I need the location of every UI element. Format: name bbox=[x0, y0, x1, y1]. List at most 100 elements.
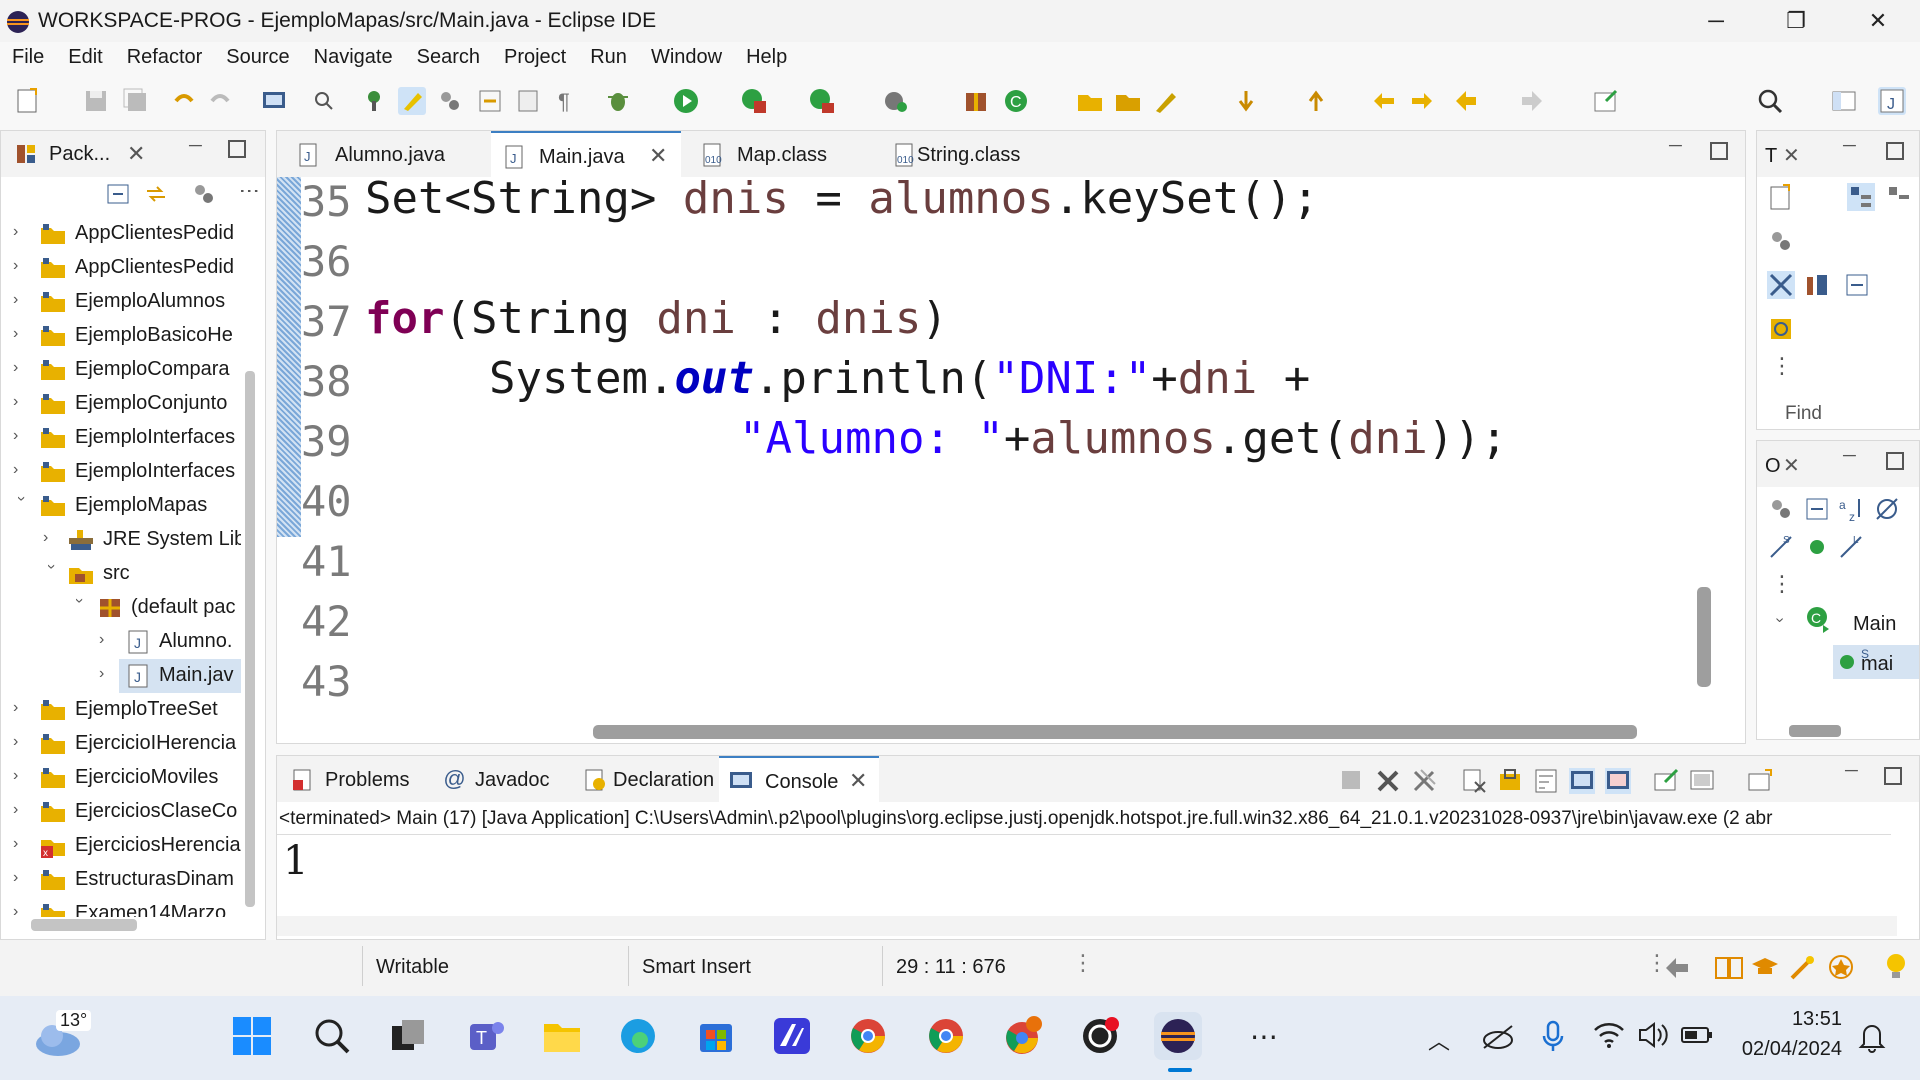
start-windows-icon[interactable] bbox=[228, 1012, 276, 1060]
pin-editor-icon[interactable] bbox=[1592, 87, 1620, 115]
chrome-icon[interactable] bbox=[844, 1012, 892, 1060]
teams-icon[interactable]: T bbox=[462, 1012, 510, 1060]
graduation-cap-icon[interactable] bbox=[1750, 954, 1780, 980]
undo-icon[interactable] bbox=[170, 87, 198, 115]
tree-item-selected[interactable]: › J Main.jav bbox=[1, 659, 241, 693]
tab-main-java[interactable]: J Main.java ✕ bbox=[491, 131, 681, 177]
menu-refactor[interactable]: Refactor bbox=[115, 42, 215, 74]
open-perspective-icon[interactable] bbox=[1830, 87, 1858, 115]
collapse-all-icon[interactable] bbox=[105, 181, 131, 207]
filters-icon[interactable] bbox=[191, 181, 217, 207]
remove-all-terminated-icon[interactable] bbox=[1411, 768, 1437, 794]
battery-icon[interactable] bbox=[1680, 1020, 1716, 1050]
next-annotation-icon[interactable] bbox=[476, 87, 504, 115]
hide-local-types-icon[interactable]: L bbox=[1837, 533, 1865, 561]
chrome-profile-icon[interactable] bbox=[922, 1012, 970, 1060]
new-class-icon[interactable]: C bbox=[1002, 87, 1030, 115]
microsoft-store-icon[interactable] bbox=[692, 1012, 740, 1060]
close-tab-icon[interactable]: ✕ bbox=[1783, 143, 1800, 168]
close-tab-icon[interactable]: ✕ bbox=[649, 143, 667, 169]
scroll-lock-icon[interactable] bbox=[1497, 768, 1523, 794]
back-arrow-icon[interactable] bbox=[1452, 87, 1480, 115]
console-horizontal-scrollbar[interactable] bbox=[277, 916, 1897, 936]
outline-horizontal-scrollbar[interactable] bbox=[1789, 725, 1841, 737]
clock-date[interactable]: 02/04/2024 bbox=[1722, 1038, 1842, 1061]
word-wrap-icon[interactable] bbox=[1533, 768, 1559, 794]
eclipse-taskbar-icon[interactable] bbox=[1154, 1012, 1202, 1060]
collapse-all-icon[interactable] bbox=[1803, 495, 1831, 523]
remove-launch-icon[interactable] bbox=[1375, 768, 1401, 794]
hide-completed-icon[interactable] bbox=[1767, 271, 1795, 299]
mark-occurrences-icon[interactable] bbox=[436, 87, 464, 115]
maximize-view-icon[interactable] bbox=[1885, 451, 1905, 471]
volume-icon[interactable] bbox=[1636, 1018, 1670, 1052]
debug-icon[interactable] bbox=[604, 87, 632, 115]
outline-tab[interactable]: O bbox=[1765, 455, 1781, 478]
find-input[interactable]: Find bbox=[1781, 399, 1911, 427]
tree-item-open[interactable]: › src bbox=[1, 557, 241, 591]
menu-window[interactable]: Window bbox=[639, 42, 734, 74]
minimize-view-icon[interactable]: ─ bbox=[1845, 760, 1858, 781]
tree-item[interactable]: › Examen14Marzo bbox=[1, 897, 241, 917]
star-icon[interactable] bbox=[1826, 954, 1856, 980]
view-menu-icon[interactable]: ⋮ bbox=[1771, 353, 1793, 379]
maximize-view-icon[interactable] bbox=[1885, 141, 1905, 161]
onedrive-icon[interactable] bbox=[1480, 1018, 1516, 1054]
view-menu-icon[interactable]: ⋮ bbox=[237, 181, 261, 201]
tree-item-error[interactable]: › x EjerciciosHerencia bbox=[1, 829, 241, 863]
editor-horizontal-scrollbar[interactable] bbox=[593, 725, 1637, 739]
console-output[interactable]: 1 bbox=[283, 838, 308, 884]
tree-item[interactable]: › EjemploInterfaces bbox=[1, 421, 241, 455]
tree-item[interactable]: › EjemploConjunto bbox=[1, 387, 241, 421]
tree-item[interactable]: › AppClientesPedid bbox=[1, 217, 241, 251]
maximize-view-icon[interactable] bbox=[1883, 766, 1903, 786]
chevron-up-icon[interactable]: ︿ bbox=[1428, 1024, 1450, 1056]
minimize-view-icon[interactable]: ─ bbox=[1843, 135, 1856, 156]
show-on-stdout-icon[interactable] bbox=[1569, 768, 1595, 794]
highlight-icon[interactable] bbox=[398, 87, 426, 115]
chrome-profile-2-icon[interactable] bbox=[998, 1012, 1046, 1060]
new-task-icon[interactable] bbox=[1767, 183, 1795, 211]
tree-item[interactable]: › J Alumno. bbox=[1, 625, 241, 659]
close-tab-icon[interactable]: ✕ bbox=[127, 141, 145, 167]
pin-console-icon[interactable] bbox=[1653, 768, 1679, 794]
new-icon[interactable] bbox=[14, 87, 42, 115]
menu-file[interactable]: File bbox=[0, 42, 56, 74]
run-external-icon[interactable] bbox=[808, 87, 836, 115]
restore-button[interactable]: ❐ bbox=[1756, 0, 1836, 42]
redo-icon[interactable] bbox=[206, 87, 234, 115]
tree-item[interactable]: › EjemploBasicoHe bbox=[1, 319, 241, 353]
obs-icon[interactable] bbox=[1076, 1012, 1124, 1060]
run-icon[interactable] bbox=[672, 87, 700, 115]
search-icon[interactable] bbox=[308, 1012, 356, 1060]
clear-console-icon[interactable] bbox=[1461, 768, 1487, 794]
show-tasks-icon[interactable] bbox=[1803, 271, 1831, 299]
maximize-view-icon[interactable] bbox=[1709, 141, 1729, 161]
outline-method-item[interactable]: S mai bbox=[1833, 645, 1919, 679]
tab-string-class[interactable]: 010 String.class bbox=[879, 131, 1079, 177]
search-refs-icon[interactable] bbox=[310, 87, 338, 115]
edge-icon[interactable] bbox=[614, 1012, 662, 1060]
block-selection-icon[interactable] bbox=[514, 87, 542, 115]
hide-nonpublic-icon[interactable] bbox=[1803, 533, 1831, 561]
book-icon[interactable] bbox=[1714, 954, 1744, 980]
terminal-icon[interactable] bbox=[260, 87, 288, 115]
search-icon[interactable] bbox=[1756, 87, 1784, 115]
visual-studio-code-icon[interactable] bbox=[768, 1012, 816, 1060]
microphone-icon[interactable] bbox=[1538, 1018, 1568, 1054]
show-on-stderr-icon[interactable] bbox=[1605, 768, 1631, 794]
next-annotation-down-icon[interactable] bbox=[1232, 87, 1260, 115]
maximize-view-icon[interactable] bbox=[227, 139, 247, 159]
tree-item[interactable]: › EjemploInterfaces bbox=[1, 455, 241, 489]
tree-item[interactable]: › EjemploTreeSet bbox=[1, 693, 241, 727]
tree-item[interactable]: › JRE System Lib bbox=[1, 523, 241, 557]
clock-time[interactable]: 13:51 bbox=[1738, 1008, 1842, 1031]
forward-edit-icon[interactable] bbox=[1408, 87, 1436, 115]
tree-horizontal-scrollbar[interactable] bbox=[31, 919, 137, 931]
minimize-view-icon[interactable]: ─ bbox=[1669, 135, 1682, 156]
scheduled-icon[interactable] bbox=[1885, 183, 1913, 211]
link-editor-icon[interactable] bbox=[143, 181, 169, 207]
tab-declaration[interactable]: Declaration bbox=[577, 756, 727, 802]
collapse-all-icon[interactable] bbox=[1843, 271, 1871, 299]
tree-item[interactable]: › EjemploAlumnos bbox=[1, 285, 241, 319]
